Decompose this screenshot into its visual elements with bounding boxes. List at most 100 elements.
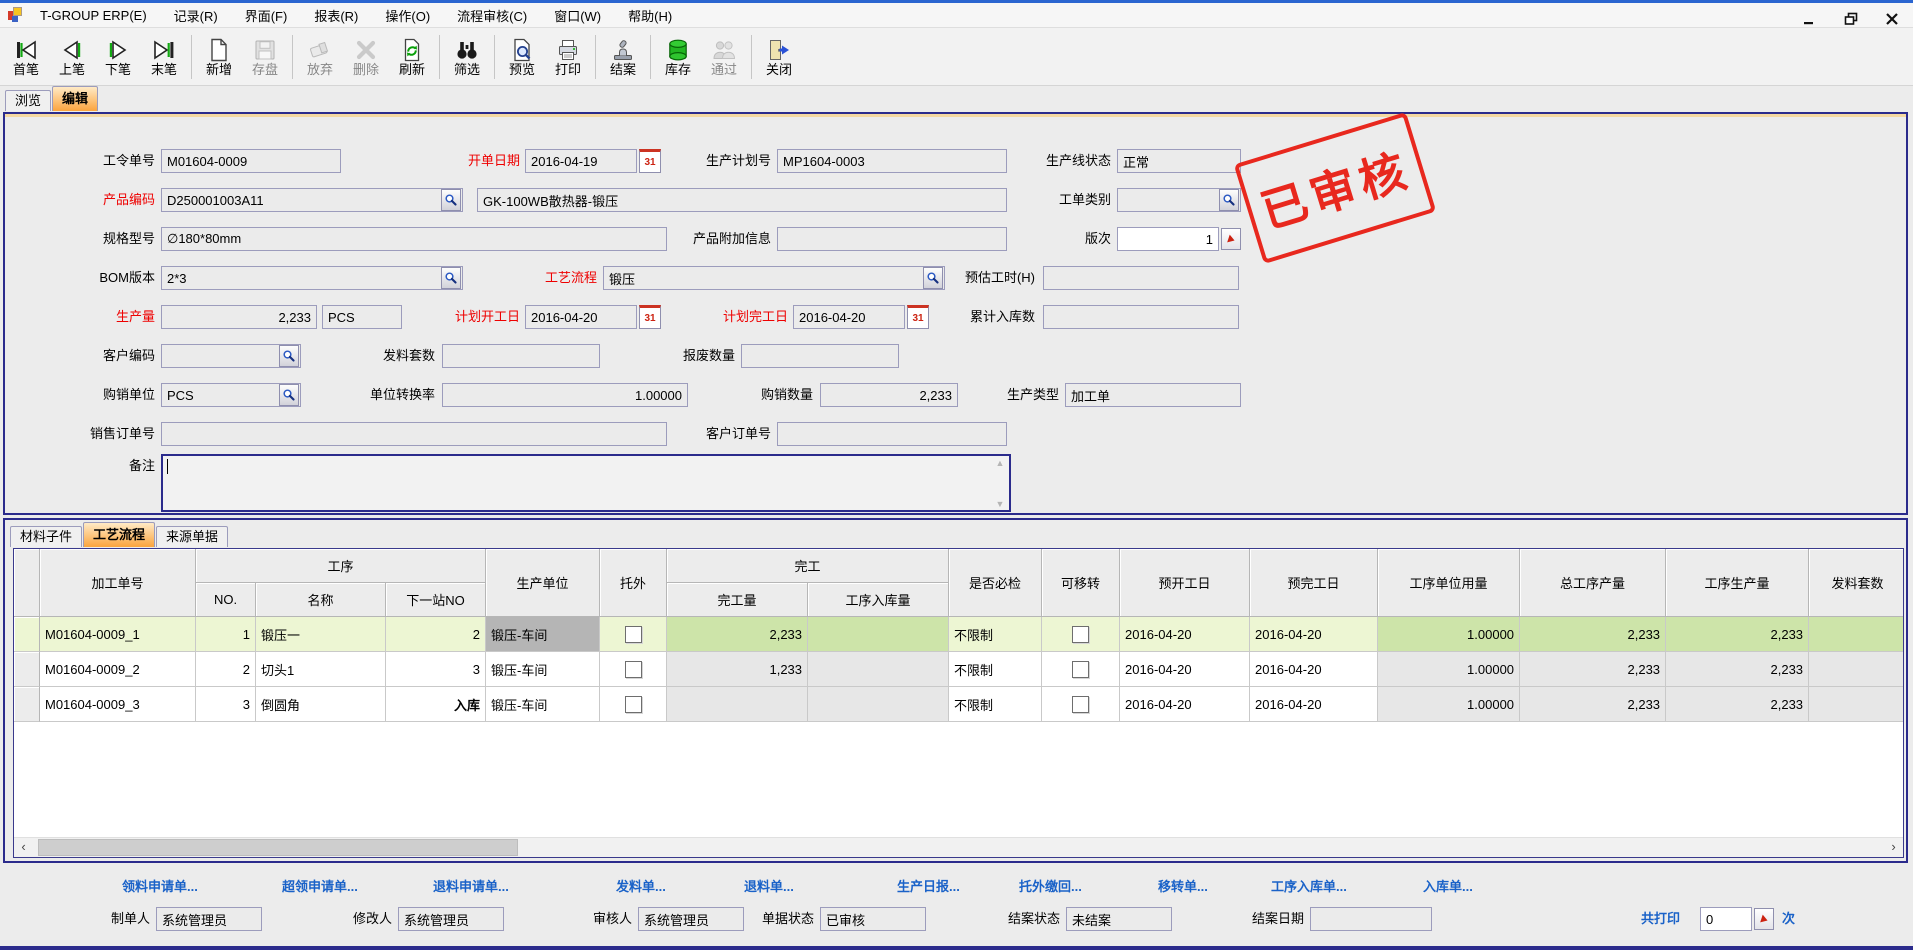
cell-是否必检[interactable]: 不限制 [949,652,1042,687]
cell-加工单号[interactable]: M01604-0009_2 [40,652,196,687]
toolbar-button-刷新[interactable]: 刷新 [389,30,435,84]
transferable-checkbox[interactable] [1072,661,1089,678]
sales-order-no-input[interactable] [161,422,667,446]
footer-link-超领申请单[interactable]: 超领申请单... [282,876,358,895]
cell-可移转[interactable] [1042,617,1120,652]
footer-link-入库单[interactable]: 入库单... [1423,876,1473,895]
print-count-input[interactable] [1700,907,1752,931]
row-selector[interactable] [14,617,40,652]
print-count-spinner-icon[interactable] [1754,908,1774,930]
cell-NO.[interactable]: 3 [196,687,256,722]
cell-工序入库量[interactable] [808,617,949,652]
product-name-input[interactable] [477,188,1007,212]
cell-下一站NO[interactable]: 3 [386,652,486,687]
detail-tab-材料子件[interactable]: 材料子件 [10,526,82,547]
cell-预开工日[interactable]: 2016-04-20 [1120,652,1250,687]
scroll-right-icon[interactable]: › [1884,838,1903,857]
issue-sets-input[interactable] [442,344,600,368]
toolbar-button-末笔[interactable]: 末笔 [141,30,187,84]
prod-type-input[interactable] [1065,383,1241,407]
cell-发料套数[interactable] [1809,652,1904,687]
cell-生产单位[interactable]: 锻压-车间 [486,652,600,687]
toolbar-button-结案[interactable]: 结案 [600,30,646,84]
cell-是否必检[interactable]: 不限制 [949,687,1042,722]
cell-预完工日[interactable]: 2016-04-20 [1250,652,1378,687]
est-hours-input[interactable] [1043,266,1239,290]
remark-scroll-down-icon[interactable]: ▼ [994,499,1006,509]
toolbar-button-库存[interactable]: 库存 [655,30,701,84]
footer-link-发料单[interactable]: 发料单... [616,876,666,895]
footer-link-领料申请单[interactable]: 领料申请单... [122,876,198,895]
detail-tab-工艺流程[interactable]: 工艺流程 [83,522,155,547]
unit-rate-input[interactable] [442,383,688,407]
cell-总工序产量[interactable]: 2,233 [1520,652,1666,687]
cell-NO.[interactable]: 1 [196,617,256,652]
cell-预完工日[interactable]: 2016-04-20 [1250,617,1378,652]
toolbar-button-关闭[interactable]: 关闭 [756,30,802,84]
cell-生产单位[interactable]: 锻压-车间 [486,617,600,652]
work-order-no-input[interactable] [161,149,341,173]
row-selector[interactable] [14,687,40,722]
transferable-checkbox[interactable] [1072,696,1089,713]
spec-model-input[interactable] [161,227,667,251]
cell-名称[interactable]: 锻压一 [256,617,386,652]
footer-link-退料单[interactable]: 退料单... [744,876,794,895]
footer-link-退料申请单[interactable]: 退料申请单... [433,876,509,895]
close-date-input[interactable] [1310,907,1432,931]
footer-link-生产日报[interactable]: 生产日报... [897,876,960,895]
cell-下一站NO[interactable]: 2 [386,617,486,652]
menu-item[interactable]: 窗口(W) [554,6,601,25]
cell-托外[interactable] [600,652,667,687]
cell-完工量[interactable] [667,687,808,722]
outsourced-checkbox[interactable] [625,696,642,713]
menu-item[interactable]: T-GROUP ERP(E) [40,8,147,23]
line-status-input[interactable] [1117,149,1241,173]
outsourced-checkbox[interactable] [625,661,642,678]
toolbar-button-首笔[interactable]: 首笔 [3,30,49,84]
customer-order-no-input[interactable] [777,422,1007,446]
cell-可移转[interactable] [1042,687,1120,722]
tab-浏览[interactable]: 浏览 [5,90,51,111]
open-date-input[interactable] [525,149,637,173]
detail-tab-来源单据[interactable]: 来源单据 [156,526,228,547]
scrap-qty-input[interactable] [741,344,899,368]
cell-工序入库量[interactable] [808,652,949,687]
transferable-checkbox[interactable] [1072,626,1089,643]
toolbar-button-预览[interactable]: 预览 [499,30,545,84]
revision-input[interactable] [1117,227,1219,251]
restore-icon[interactable] [1844,12,1858,26]
cell-工序单位用量[interactable]: 1.00000 [1378,687,1520,722]
cell-工序单位用量[interactable]: 1.00000 [1378,652,1520,687]
toolbar-button-下笔[interactable]: 下笔 [95,30,141,84]
minimize-icon[interactable] [1803,12,1817,26]
footer-link-托外缴回[interactable]: 托外缴回... [1019,876,1082,895]
scroll-left-icon[interactable]: ‹ [14,838,33,857]
cell-名称[interactable]: 倒圆角 [256,687,386,722]
toolbar-button-新增[interactable]: 新增 [196,30,242,84]
prod-qty-input[interactable] [161,305,317,329]
revision-spinner-icon[interactable] [1221,228,1241,250]
cell-发料套数[interactable] [1809,617,1904,652]
plan-end-input[interactable] [793,305,905,329]
total-in-qty-input[interactable] [1043,305,1239,329]
cell-总工序产量[interactable]: 2,233 [1520,687,1666,722]
menu-item[interactable]: 帮助(H) [628,6,672,25]
cell-预开工日[interactable]: 2016-04-20 [1120,687,1250,722]
toolbar-button-筛选[interactable]: 筛选 [444,30,490,84]
cell-可移转[interactable] [1042,652,1120,687]
modifier-input[interactable] [398,907,504,931]
footer-link-移转单[interactable]: 移转单... [1158,876,1208,895]
menu-item[interactable]: 报表(R) [314,6,358,25]
plan-start-input[interactable] [525,305,637,329]
cell-托外[interactable] [600,687,667,722]
footer-link-工序入库单[interactable]: 工序入库单... [1271,876,1347,895]
cell-发料套数[interactable] [1809,687,1904,722]
cell-工序生产量[interactable]: 2,233 [1666,687,1809,722]
cell-预完工日[interactable]: 2016-04-20 [1250,687,1378,722]
cell-工序生产量[interactable]: 2,233 [1666,652,1809,687]
menu-item[interactable]: 界面(F) [245,6,288,25]
remark-textarea[interactable] [161,454,1011,512]
scrollbar-thumb[interactable] [38,839,518,856]
menu-item[interactable]: 记录(R) [174,6,218,25]
cell-完工量[interactable]: 2,233 [667,617,808,652]
